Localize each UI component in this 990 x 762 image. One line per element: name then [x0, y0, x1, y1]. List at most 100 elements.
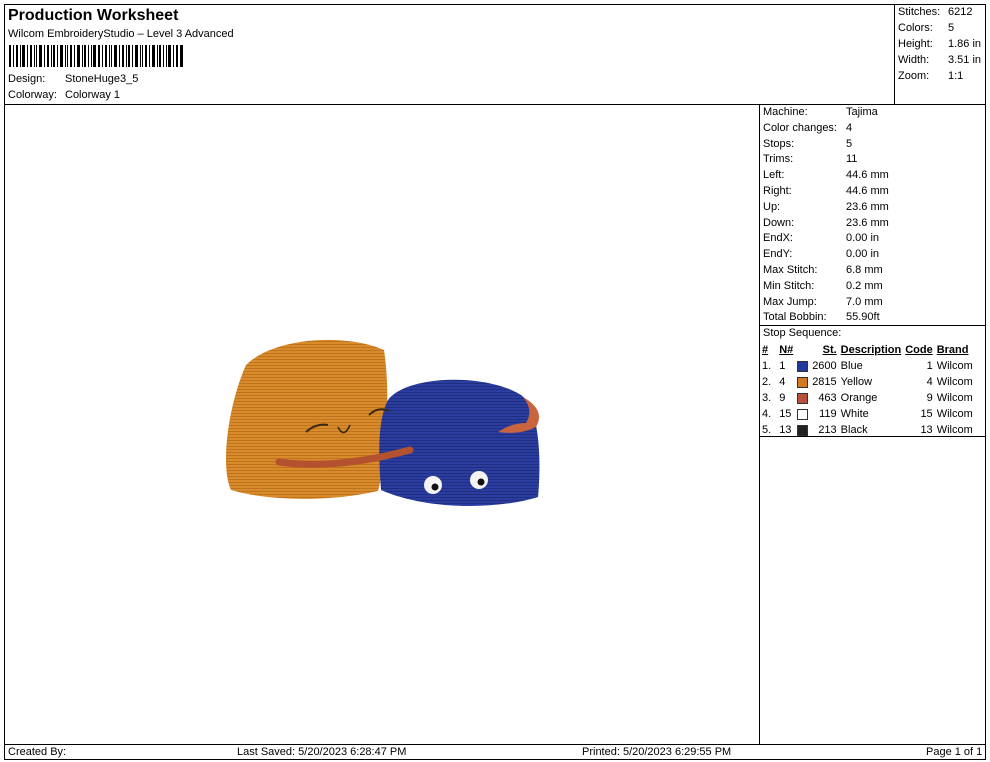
endx-label: EndX: — [763, 232, 793, 244]
col-desc-header: Description — [840, 344, 902, 356]
stop-st: 2815 — [812, 376, 837, 388]
endy-label: EndY: — [763, 248, 793, 260]
stop-brand: Wilcom — [936, 424, 973, 436]
machine-label: Machine: — [763, 106, 808, 118]
table-row: 1. 1 2600 Blue 1 Wilcom — [760, 358, 975, 374]
left-label: Left: — [763, 169, 785, 181]
stop-number: 15 — [773, 406, 810, 422]
zoom-label: Zoom: — [898, 70, 930, 82]
blue-stone-shape — [379, 379, 540, 507]
width-value: 3.51 in — [948, 54, 982, 66]
stop-brand: Wilcom — [936, 376, 973, 388]
right-value: 44.6 mm — [846, 185, 889, 197]
right-label: Right: — [763, 185, 792, 197]
color-swatch — [797, 392, 809, 404]
height-value: 1.86 in — [948, 38, 982, 50]
up-label: Up: — [763, 201, 781, 213]
stop-st: 2600 — [812, 360, 837, 372]
table-row: 2. 4 2815 Yellow 4 Wilcom — [760, 374, 975, 390]
color-swatch — [797, 360, 809, 372]
stop-brand: Wilcom — [936, 360, 973, 372]
trims-label: Trims: — [763, 153, 794, 165]
col-brand-header: Brand — [936, 344, 969, 356]
color-swatch — [797, 376, 809, 388]
stop-number: 1 — [773, 358, 810, 374]
col-n-header: N# — [779, 344, 794, 356]
total-bobbin-label: Total Bobbin: — [763, 311, 827, 323]
stop-number: 9 — [773, 390, 810, 406]
stop-number: 13 — [773, 422, 810, 438]
stop-code: 4 — [926, 376, 933, 388]
stop-brand: Wilcom — [936, 408, 973, 420]
col-num-header: # — [762, 344, 769, 356]
footer-page: Page 1 of 1 — [926, 746, 983, 758]
stop-desc: White — [840, 408, 869, 420]
stop-desc: Blue — [840, 360, 863, 372]
down-value: 23.6 mm — [846, 217, 889, 229]
software-name: Wilcom EmbroideryStudio – Level 3 Advanc… — [8, 28, 234, 40]
footer-last-saved: Last Saved: 5/20/2023 6:28:47 PM — [237, 746, 407, 758]
table-row: 3. 9 463 Orange 9 Wilcom — [760, 390, 975, 406]
page-title: Production Worksheet — [8, 7, 179, 24]
design-label: Design: — [8, 73, 46, 85]
trims-value: 11 — [846, 153, 858, 165]
stop-st: 119 — [819, 408, 837, 420]
stop-code: 1 — [926, 360, 933, 372]
min-stitch-label: Min Stitch: — [763, 280, 815, 292]
stitches-label: Stitches: — [898, 6, 941, 18]
max-jump-label: Max Jump: — [763, 296, 817, 308]
min-stitch-value: 0.2 mm — [846, 280, 883, 292]
stop-st: 213 — [818, 424, 837, 436]
table-header-row: # N# St. Description Code Brand — [760, 342, 975, 358]
colorway-label: Colorway: — [8, 89, 57, 101]
stop-num: 1. — [762, 360, 772, 372]
max-stitch-value: 6.8 mm — [846, 264, 883, 276]
footer-rule — [4, 744, 986, 745]
color-swatch — [797, 424, 809, 436]
barcode-icon — [9, 45, 183, 67]
footer-created-by: Created By: — [8, 746, 67, 758]
height-label: Height: — [898, 38, 933, 50]
stop-n-value: 15 — [779, 408, 792, 420]
table-row: 4. 15 119 White 15 Wilcom — [760, 406, 975, 422]
stop-num: 5. — [762, 424, 772, 436]
stop-sequence-table: # N# St. Description Code Brand 1. 1 2600 B… — [760, 342, 975, 438]
up-value: 23.6 mm — [846, 201, 889, 213]
total-bobbin-value: 55.90ft — [846, 311, 880, 323]
footer-printed: Printed: 5/20/2023 6:29:55 PM — [582, 746, 732, 758]
stop-code: 9 — [926, 392, 933, 404]
width-label: Width: — [898, 54, 930, 66]
stop-desc: Orange — [840, 392, 878, 404]
design-value: StoneHuge3_5 — [65, 73, 139, 85]
machine-value: Tajima — [846, 106, 878, 118]
stop-sequence-title: Stop Sequence: — [763, 327, 842, 339]
stop-n-value: 1 — [779, 360, 786, 372]
col-st-header: St. — [822, 344, 837, 356]
stop-seq-rule — [759, 325, 986, 326]
colors-value: 5 — [948, 22, 955, 34]
colors-label: Colors: — [898, 22, 933, 34]
color-changes-value: 4 — [846, 122, 853, 134]
stop-n-value: 13 — [779, 424, 792, 436]
color-swatch — [797, 408, 809, 420]
col-code-header: Code — [905, 344, 933, 356]
colorway-value: Colorway 1 — [65, 89, 121, 101]
max-stitch-label: Max Stitch: — [763, 264, 818, 276]
design-preview — [225, 339, 540, 507]
stop-desc: Black — [840, 424, 868, 436]
stop-code: 15 — [920, 408, 933, 420]
table-row: 5. 13 213 Black 13 Wilcom — [760, 422, 975, 438]
stop-brand: Wilcom — [936, 392, 973, 404]
endx-value: 0.00 in — [846, 232, 880, 244]
zoom-value: 1:1 — [948, 70, 964, 82]
stops-value: 5 — [846, 138, 853, 150]
stop-num: 4. — [762, 408, 772, 420]
stop-number: 4 — [773, 374, 810, 390]
max-jump-value: 7.0 mm — [846, 296, 883, 308]
header-divider — [894, 4, 895, 104]
down-label: Down: — [763, 217, 795, 229]
stop-st: 463 — [818, 392, 837, 404]
stop-num: 2. — [762, 376, 772, 388]
stop-num: 3. — [762, 392, 772, 404]
stop-desc: Yellow — [840, 376, 873, 388]
